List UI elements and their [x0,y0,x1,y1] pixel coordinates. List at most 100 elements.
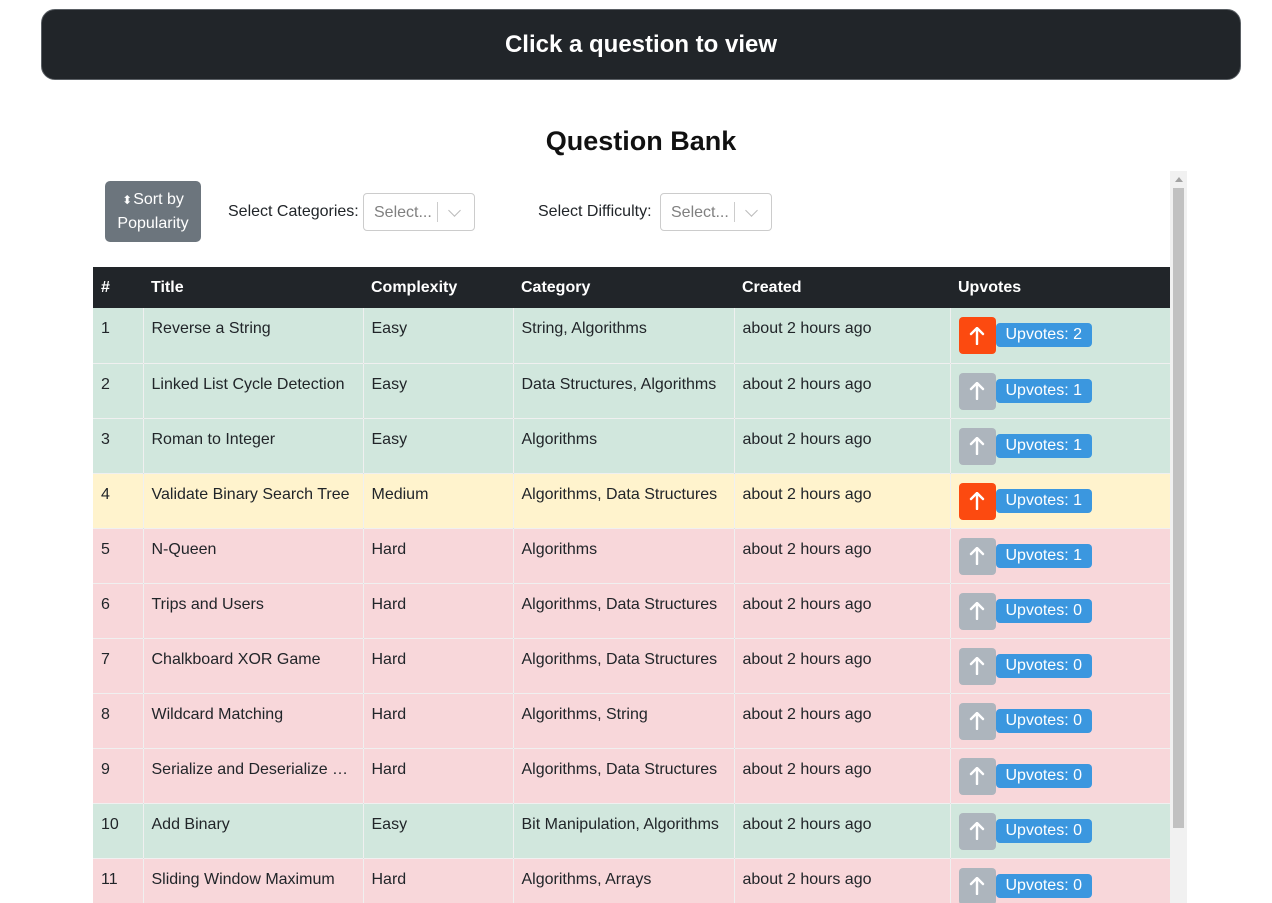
question-category: String, Algorithms [513,308,735,364]
question-created: about 2 hours ago [734,528,951,584]
upvote-button[interactable] [958,867,996,903]
question-complexity: Medium [363,473,514,529]
difficulty-label: Select Difficulty: [538,203,652,220]
select-separator [734,202,735,222]
upvote-count-badge: Upvotes: 1 [995,543,1092,568]
question-bank-panel: ⬍Sort by Popularity Select Categories: S… [93,171,1187,903]
upvote-count-badge: Upvotes: 0 [995,763,1092,788]
row-number: 4 [93,473,144,529]
upvote-button[interactable] [958,647,996,685]
categories-select[interactable]: Select... [363,193,475,231]
question-title[interactable]: Serialize and Deserialize Bi... [143,748,364,804]
question-title[interactable]: Reverse a String [143,308,364,364]
upvote-button[interactable] [958,537,996,575]
row-number: 5 [93,528,144,584]
difficulty-select[interactable]: Select... [660,193,772,231]
upvotes-cell: Upvotes: 0 [950,748,1170,804]
table-row[interactable]: 4 Validate Binary Search Tree Medium Algori… [93,473,1170,529]
upvote-button[interactable] [958,482,996,520]
upvotes-cell: Upvotes: 2 [950,308,1170,364]
arrow-up-icon [969,877,985,895]
question-complexity: Easy [363,803,514,859]
arrow-up-icon [969,326,985,345]
upvotes-cell: Upvotes: 0 [950,693,1170,749]
question-category: Algorithms, Data Structures [513,473,735,529]
question-category: Algorithms, Arrays [513,858,735,903]
scroll-up-arrow-icon[interactable] [1170,171,1187,188]
scrollbar-thumb[interactable] [1173,188,1184,828]
upvote-button[interactable] [958,812,996,850]
question-complexity: Easy [363,308,514,364]
question-title[interactable]: Wildcard Matching [143,693,364,749]
upvote-group: Upvotes: 1 [958,372,1163,410]
upvote-button[interactable] [958,427,996,465]
upvote-button[interactable] [958,757,996,795]
row-number: 2 [93,363,144,419]
select-separator [437,202,438,222]
table-row[interactable]: 11 Sliding Window Maximum Hard Algorithms, … [93,858,1170,903]
question-complexity: Hard [363,858,514,903]
categories-placeholder: Select... [374,204,432,221]
question-created: about 2 hours ago [734,858,951,903]
question-created: about 2 hours ago [734,803,951,859]
question-title[interactable]: Roman to Integer [143,418,364,474]
table-row[interactable]: 10 Add Binary Easy Bit Manipulation, Algori… [93,803,1170,859]
table-row[interactable]: 3 Roman to Integer Easy Algorithms about 2 h… [93,418,1170,474]
scrollbar[interactable] [1170,171,1187,903]
arrow-up-icon [969,547,985,565]
table-row[interactable]: 2 Linked List Cycle Detection Easy Data Str… [93,363,1170,419]
question-title[interactable]: Chalkboard XOR Game [143,638,364,694]
upvote-group: Upvotes: 0 [958,757,1163,795]
arrow-up-icon [969,822,985,840]
upvote-button[interactable] [958,592,996,630]
question-category: Algorithms, Data Structures [513,583,735,639]
header-category[interactable]: Category [513,267,734,308]
header-created[interactable]: Created [734,267,950,308]
sort-label-line2: Popularity [117,214,189,232]
upvote-group: Upvotes: 0 [958,867,1163,903]
question-title[interactable]: N-Queen [143,528,364,584]
table-row[interactable]: 7 Chalkboard XOR Game Hard Algorithms, Data… [93,638,1170,694]
question-title[interactable]: Linked List Cycle Detection [143,363,364,419]
question-category: Data Structures, Algorithms [513,363,735,419]
upvote-group: Upvotes: 0 [958,812,1163,850]
upvotes-cell: Upvotes: 0 [950,638,1170,694]
arrow-up-icon [969,492,985,510]
question-category: Algorithms [513,418,735,474]
upvote-group: Upvotes: 0 [958,702,1163,740]
chevron-down-icon[interactable] [745,204,758,217]
question-title[interactable]: Add Binary [143,803,364,859]
chevron-down-icon[interactable] [448,204,461,217]
header-upvotes[interactable]: Upvotes [950,267,1170,308]
table-row[interactable]: 9 Serialize and Deserialize Bi... Hard Algo… [93,748,1170,804]
question-created: about 2 hours ago [734,693,951,749]
question-title[interactable]: Sliding Window Maximum [143,858,364,903]
question-complexity: Hard [363,638,514,694]
header-title[interactable]: Title [143,267,363,308]
row-number: 10 [93,803,144,859]
table-row[interactable]: 8 Wildcard Matching Hard Algorithms, String… [93,693,1170,749]
header-number[interactable]: # [93,267,143,308]
table-row[interactable]: 1 Reverse a String Easy String, Algorithms a… [93,308,1170,364]
question-title[interactable]: Validate Binary Search Tree [143,473,364,529]
upvote-group: Upvotes: 1 [958,537,1163,575]
arrow-up-icon [969,767,985,785]
upvote-button[interactable] [958,702,996,740]
question-category: Bit Manipulation, Algorithms [513,803,735,859]
table-row[interactable]: 6 Trips and Users Hard Algorithms, Data Str… [93,583,1170,639]
upvotes-cell: Upvotes: 0 [950,858,1170,903]
question-title[interactable]: Trips and Users [143,583,364,639]
categories-label: Select Categories: [228,203,359,220]
upvote-button[interactable] [958,317,996,354]
sort-by-popularity-button[interactable]: ⬍Sort by Popularity [105,181,201,242]
row-number: 9 [93,748,144,804]
row-number: 11 [93,858,144,903]
upvote-button[interactable] [958,372,996,410]
upvote-count-badge: Upvotes: 1 [995,433,1092,458]
arrow-up-icon [969,602,985,620]
question-category: Algorithms [513,528,735,584]
upvote-count-badge: Upvotes: 0 [995,818,1092,843]
header-complexity[interactable]: Complexity [363,267,513,308]
table-row[interactable]: 5 N-Queen Hard Algorithms about 2 hours ago U… [93,528,1170,584]
upvote-count-badge: Upvotes: 1 [995,378,1092,403]
